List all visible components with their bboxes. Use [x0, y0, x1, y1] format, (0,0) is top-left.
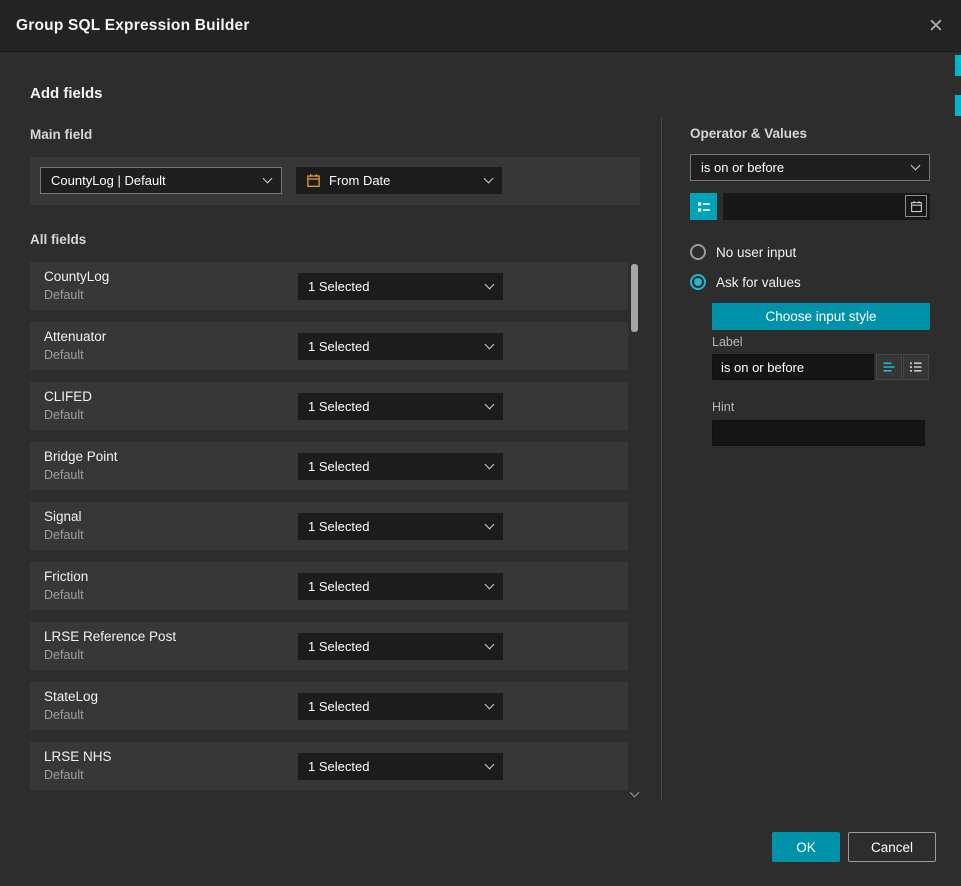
chevron-down-icon [485, 520, 495, 530]
field-selection-dropdown[interactable]: 1 Selected [298, 633, 503, 660]
scrollbar-down-arrow-icon[interactable] [630, 788, 640, 798]
date-field-dropdown-value: From Date [329, 173, 477, 188]
chevron-down-icon [485, 340, 495, 350]
field-selection-dropdown[interactable]: 1 Selected [298, 753, 503, 780]
list-icon [909, 360, 923, 374]
choose-input-style-button[interactable]: Choose input style [712, 303, 930, 330]
radio-label: No user input [716, 245, 796, 260]
hint-input[interactable] [712, 420, 925, 446]
calendar-icon [910, 200, 923, 213]
field-row-countylog: CountyLog Default 1 Selected [30, 262, 628, 310]
label-input[interactable] [712, 354, 874, 380]
underlying-ui-accent [955, 55, 961, 76]
chevron-down-icon [485, 760, 495, 770]
all-fields-scrollbar[interactable] [630, 262, 639, 798]
set-values-button[interactable] [690, 193, 717, 220]
radio-ask-for-values[interactable]: Ask for values [690, 274, 801, 290]
all-fields-label: All fields [30, 232, 86, 247]
field-selection-dropdown[interactable]: 1 Selected [298, 693, 503, 720]
field-selection-dropdown[interactable]: 1 Selected [298, 273, 503, 300]
input-style-list-button[interactable] [903, 354, 929, 380]
layer-dropdown-value: CountyLog | Default [51, 173, 256, 188]
field-row-statelog: StateLog Default 1 Selected [30, 682, 628, 730]
label-caption: Label [712, 335, 743, 349]
field-selection-dropdown[interactable]: 1 Selected [298, 333, 503, 360]
radio-selected-icon [690, 274, 706, 290]
close-icon[interactable]: ✕ [923, 13, 949, 39]
value-input[interactable] [723, 193, 930, 220]
field-selection-dropdown[interactable]: 1 Selected [298, 513, 503, 540]
dialog-title: Group SQL Expression Builder [16, 0, 250, 52]
operator-dropdown-value: is on or before [701, 160, 904, 175]
radio-icon [690, 244, 706, 260]
layer-dropdown[interactable]: CountyLog | Default [40, 167, 282, 194]
chevron-down-icon [485, 400, 495, 410]
chevron-down-icon [485, 580, 495, 590]
date-field-dropdown[interactable]: From Date [296, 167, 502, 194]
value-input-wrap [723, 193, 930, 220]
field-row-attenuator: Attenuator Default 1 Selected [30, 322, 628, 370]
column-divider [661, 118, 662, 800]
operator-dropdown[interactable]: is on or before [690, 154, 930, 181]
scrollbar-thumb[interactable] [631, 264, 638, 332]
field-selection-dropdown[interactable]: 1 Selected [298, 573, 503, 600]
chevron-down-icon [485, 280, 495, 290]
chevron-down-icon [485, 460, 495, 470]
field-selection-dropdown[interactable]: 1 Selected [298, 453, 503, 480]
radio-label: Ask for values [716, 275, 801, 290]
chevron-down-icon [485, 700, 495, 710]
chevron-down-icon [484, 174, 494, 184]
cancel-button[interactable]: Cancel [848, 832, 936, 862]
chevron-down-icon [485, 640, 495, 650]
main-field-row: CountyLog | Default From Date [30, 157, 640, 205]
ok-button[interactable]: OK [772, 832, 840, 862]
underlying-ui-accent [955, 95, 961, 116]
operator-values-label: Operator & Values [690, 126, 807, 141]
main-field-label: Main field [30, 127, 92, 142]
date-picker-button[interactable] [905, 195, 927, 217]
field-selection-dropdown[interactable]: 1 Selected [298, 393, 503, 420]
field-row-lrse-nhs: LRSE NHS Default 1 Selected [30, 742, 628, 790]
field-row-signal: Signal Default 1 Selected [30, 502, 628, 550]
chevron-down-icon [263, 174, 273, 184]
chevron-down-icon [911, 161, 921, 171]
field-row-friction: Friction Default 1 Selected [30, 562, 628, 610]
hint-caption: Hint [712, 400, 734, 414]
align-left-icon [882, 360, 896, 374]
field-row-bridge-point: Bridge Point Default 1 Selected [30, 442, 628, 490]
input-style-single-line-button[interactable] [876, 354, 902, 380]
field-row-clifed: CLIFED Default 1 Selected [30, 382, 628, 430]
radio-no-user-input[interactable]: No user input [690, 244, 796, 260]
values-list-icon [696, 199, 712, 215]
calendar-icon [306, 173, 321, 188]
add-fields-heading: Add fields [30, 85, 103, 102]
field-row-lrse-reference-post: LRSE Reference Post Default 1 Selected [30, 622, 628, 670]
all-fields-list: CountyLog Default 1 Selected Attenuator … [30, 262, 628, 802]
